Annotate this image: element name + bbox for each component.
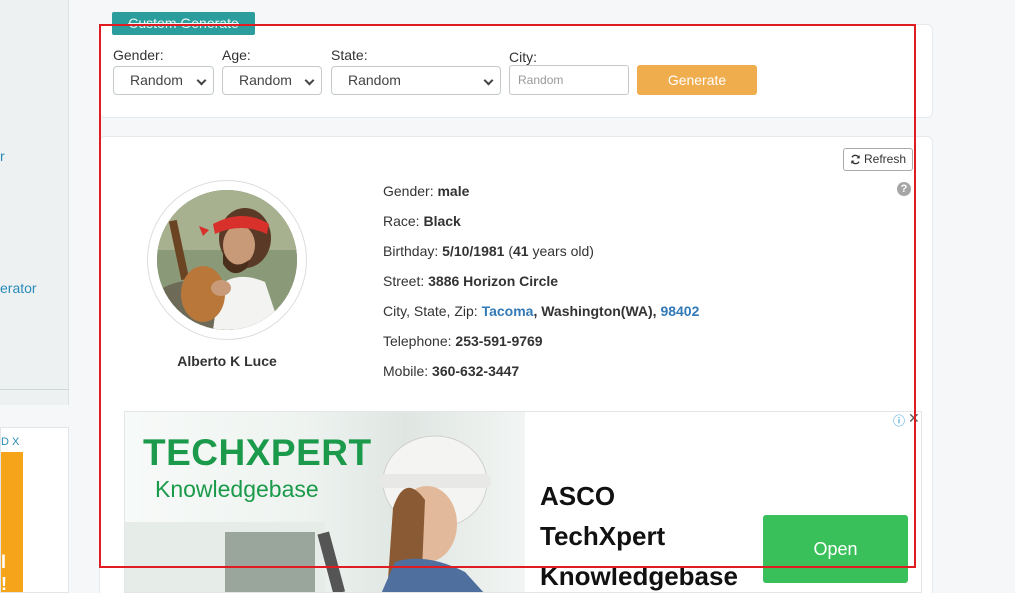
city-link[interactable]: Tacoma — [482, 303, 534, 319]
ad-close-icon[interactable]: ✕ — [908, 410, 920, 427]
state-label: State: — [331, 47, 368, 63]
sidebar-ad-text: l — [1, 552, 7, 572]
avatar — [157, 190, 297, 330]
refresh-button[interactable]: Refresh — [843, 148, 913, 171]
info-street: Street: 3886 Horizon Circle — [383, 273, 558, 289]
csz-field-label: City, State, Zip: — [383, 303, 478, 319]
info-mobile: Mobile: 360-632-3447 — [383, 363, 519, 379]
sidebar-ad-controls[interactable]: D X — [1, 436, 19, 448]
chevron-down-icon — [304, 75, 315, 86]
refresh-label: Refresh — [864, 152, 907, 166]
ad-info-icon[interactable]: ⓘ — [893, 412, 905, 429]
telephone-field-label: Telephone: — [383, 333, 452, 349]
sidebar-ad-text: ! — [1, 574, 7, 593]
gender-select-value: Random — [130, 72, 183, 88]
state-value: Washington(WA) — [541, 303, 653, 319]
ad-open-button[interactable]: Open — [763, 515, 908, 583]
age-select[interactable]: Random — [222, 66, 322, 95]
mobile-value: 360-632-3447 — [432, 363, 520, 379]
ad-headline-line: TechXpert — [540, 521, 666, 551]
age-value: 41 — [513, 243, 529, 259]
state-select-value: Random — [348, 72, 401, 88]
state-select[interactable]: Random — [331, 66, 501, 95]
info-telephone: Telephone: 253-591-9769 — [383, 333, 543, 349]
ad-headline-line: ASCO — [540, 481, 616, 511]
custom-generate-tab[interactable]: Custom Generate — [112, 12, 255, 35]
street-value: 3886 Horizon Circle — [428, 273, 559, 289]
gender-label: Gender: — [113, 47, 164, 63]
gender-select[interactable]: Random — [113, 66, 214, 95]
race-value: Black — [423, 213, 461, 229]
left-sidebar: r erator — [0, 0, 69, 405]
help-icon[interactable]: ? — [897, 182, 911, 196]
age-select-value: Random — [239, 72, 292, 88]
ad-headline-line: Knowledgebase — [540, 561, 738, 591]
city-input[interactable]: Random — [509, 65, 629, 95]
zip-link[interactable]: 98402 — [660, 303, 699, 319]
mobile-field-label: Mobile: — [383, 363, 429, 379]
ad-logo-subtitle: Knowledgebase — [155, 476, 319, 502]
info-birthday: Birthday: 5/10/1981 (41 years old) — [383, 243, 594, 259]
info-city-state-zip: City, State, Zip: Tacoma, Washington(WA)… — [383, 303, 700, 319]
chevron-down-icon — [196, 75, 207, 86]
avatar-photo — [157, 190, 297, 330]
age-suffix: years old) — [532, 243, 594, 259]
race-field-label: Race: — [383, 213, 420, 229]
city-label: City: — [509, 49, 537, 65]
sidebar-link[interactable]: r — [0, 148, 5, 164]
ad-banner[interactable]: TECHXPERT Knowledgebase ASCO TechXpert K… — [124, 411, 922, 593]
street-field-label: Street: — [383, 273, 425, 289]
sidebar-link[interactable]: erator — [0, 280, 37, 296]
info-gender: Gender: male — [383, 183, 469, 199]
gender-value: male — [437, 183, 470, 199]
telephone-value: 253-591-9769 — [455, 333, 543, 349]
birthday-field-label: Birthday: — [383, 243, 439, 259]
sidebar-ad[interactable]: D X l ! — [0, 427, 69, 593]
birthday-value: 5/10/1981 — [442, 243, 505, 259]
info-race: Race: Black — [383, 213, 461, 229]
gender-field-label: Gender: — [383, 183, 434, 199]
generate-button[interactable]: Generate — [637, 65, 757, 95]
refresh-icon — [851, 154, 860, 165]
chevron-down-icon — [483, 75, 494, 86]
person-name: Alberto K Luce — [177, 353, 277, 369]
ad-headline: ASCO TechXpert Knowledgebase — [540, 476, 738, 592]
city-input-placeholder: Random — [518, 73, 564, 87]
ad-logo-title: TECHXPERT — [143, 432, 372, 473]
age-label: Age: — [222, 47, 251, 63]
sidebar-divider — [0, 389, 69, 390]
